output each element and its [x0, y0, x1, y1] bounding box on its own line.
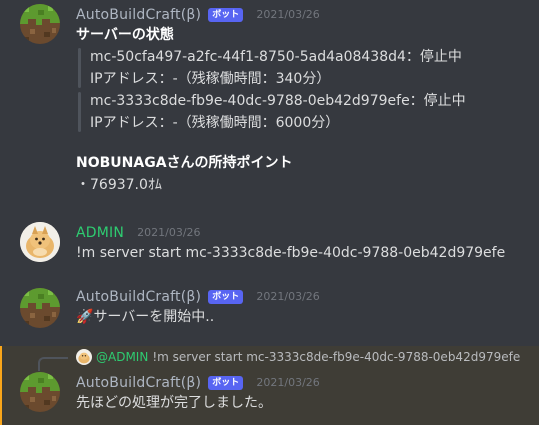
message-text: !m server start mc-3333c8de-fb9e-40dc-97… [76, 245, 506, 261]
bot-tag: ボット [208, 376, 244, 390]
reply-preview[interactable]: @ADMIN !m server start mc-3333c8de-fb9e-4… [76, 348, 520, 366]
message-header: AutoBuildCraft(β) ボット 2021/03/26 [76, 372, 529, 392]
chat-messages: AutoBuildCraft(β) ボット 2021/03/26 サーバーの状態… [0, 0, 539, 425]
reply-text: !m server start mc-3333c8de-fb9e-40dc-97… [152, 350, 521, 364]
server-quote-1: mc-50cfa497-a2fc-44f1-8750-5ad4a08438d4：… [76, 46, 529, 90]
reply-connector [38, 357, 68, 371]
username[interactable]: ADMIN [76, 225, 124, 241]
bot-avatar[interactable] [20, 288, 60, 328]
timestamp[interactable]: 2021/03/26 [256, 290, 319, 303]
message-header: AutoBuildCraft(β) ボット 2021/03/26 [76, 4, 529, 24]
username[interactable]: AutoBuildCraft(β) [76, 7, 201, 23]
server-2-ip: IPアドレス：-（残稼働時間：6000分） [90, 115, 340, 131]
dog-avatar-icon [20, 222, 60, 262]
bot-tag: ボット [208, 8, 244, 22]
timestamp[interactable]: 2021/03/26 [256, 8, 319, 21]
dog-avatar-icon [76, 349, 92, 365]
points-title: NOBUNAGAさんの所持ポイント [76, 155, 293, 171]
status-title: サーバーの状態 [76, 27, 174, 43]
server-quote-2: mc-3333c8de-fb9e-40dc-9788-0eb42d979efe：… [76, 90, 529, 134]
message-text: 先ほどの処理が完了しました。 [76, 395, 272, 411]
timestamp[interactable]: 2021/03/26 [137, 226, 200, 239]
message-text: サーバーを開始中.. [93, 309, 215, 325]
grass-block-icon [20, 4, 60, 44]
timestamp[interactable]: 2021/03/26 [256, 376, 319, 389]
grass-block-icon [20, 372, 60, 412]
points-value: ・76937.0ｵﾑ [76, 177, 162, 193]
reply-mention[interactable]: @ADMIN [96, 350, 148, 364]
bot-avatar[interactable] [20, 4, 60, 44]
message-line: 🚀サーバーを開始中.. [76, 306, 529, 328]
message-header: ADMIN 2021/03/26 [76, 222, 529, 242]
admin-avatar[interactable] [20, 222, 60, 262]
rocket-icon: 🚀 [76, 309, 94, 325]
bot-tag: ボット [208, 290, 244, 304]
grass-block-icon [20, 288, 60, 328]
server-2-status: mc-3333c8de-fb9e-40dc-9788-0eb42d979efe：… [90, 93, 466, 109]
server-1-status: mc-50cfa497-a2fc-44f1-8750-5ad4a08438d4：… [90, 49, 462, 65]
username[interactable]: AutoBuildCraft(β) [76, 375, 201, 391]
bot-avatar[interactable] [20, 372, 60, 412]
message-header: AutoBuildCraft(β) ボット 2021/03/26 [76, 286, 529, 306]
reply-avatar [76, 349, 92, 365]
server-1-ip: IPアドレス：-（残稼働時間：340分） [90, 71, 331, 87]
username[interactable]: AutoBuildCraft(β) [76, 289, 201, 305]
